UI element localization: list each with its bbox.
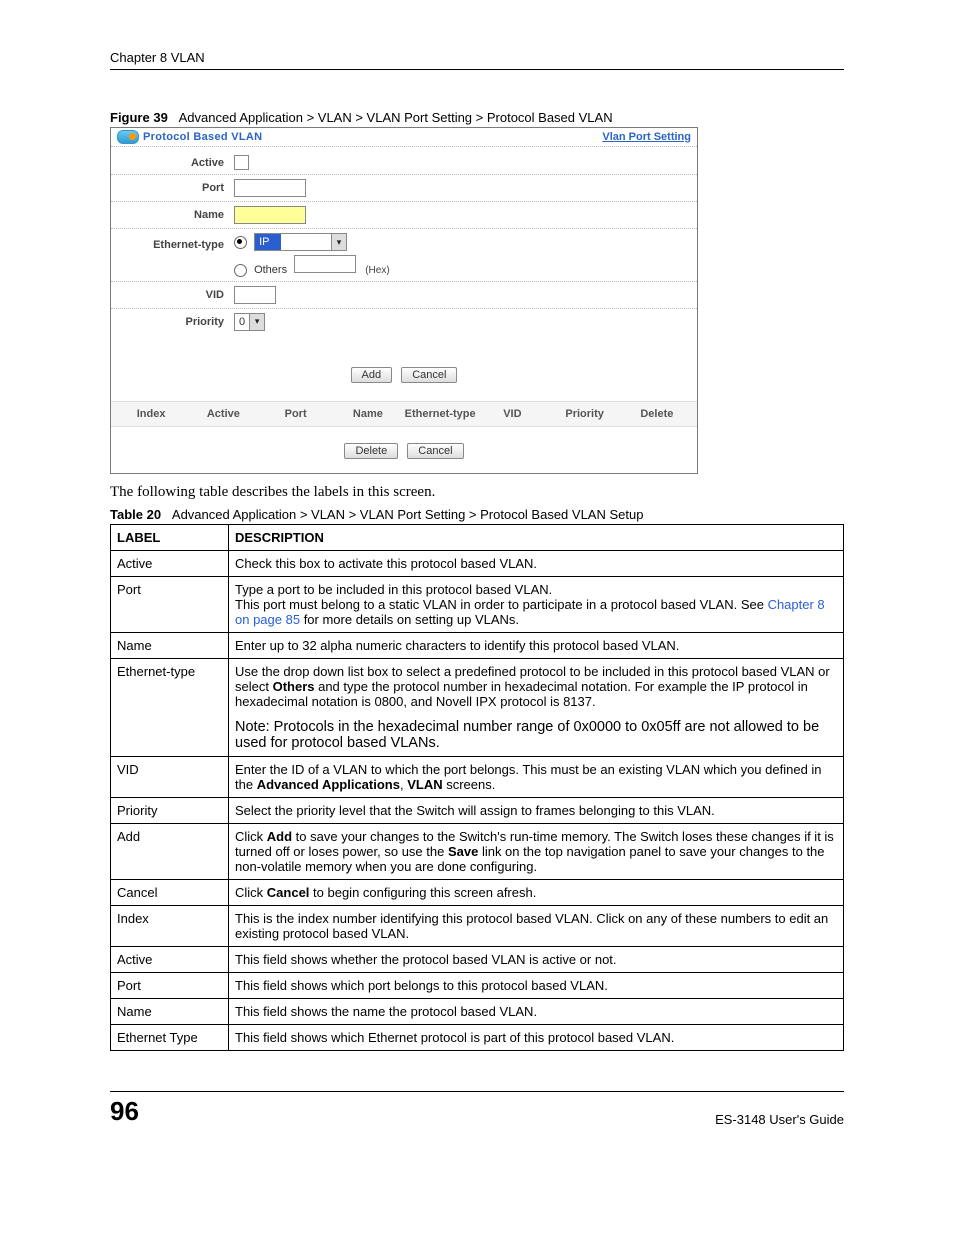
screenshot-title: Protocol Based VLAN <box>143 131 262 143</box>
ethernet-type-select[interactable]: IP ▾ <box>254 233 347 251</box>
table-row: Ethernet-typeUse the drop down list box … <box>111 658 844 756</box>
table-row: ActiveCheck this box to activate this pr… <box>111 550 844 576</box>
header-rule <box>110 69 844 70</box>
figure-label: Figure 39 <box>110 110 168 125</box>
screenshot-panel: Protocol Based VLAN Vlan Port Setting Ac… <box>110 127 698 474</box>
vid-input[interactable] <box>234 286 276 304</box>
cell-label: Active <box>111 946 229 972</box>
th-label: LABEL <box>111 524 229 550</box>
cancel-button-2[interactable]: Cancel <box>407 443 463 459</box>
button-row-delete: Delete Cancel <box>111 427 697 473</box>
chevron-down-icon: ▾ <box>249 314 264 330</box>
description-table: LABEL DESCRIPTION ActiveCheck this box t… <box>110 524 844 1051</box>
table-row: NameThis field shows the name the protoc… <box>111 998 844 1024</box>
cell-label: Ethernet Type <box>111 1024 229 1050</box>
radio-others[interactable] <box>234 264 247 277</box>
th-description: DESCRIPTION <box>229 524 844 550</box>
cell-description: This field shows the name the protocol b… <box>229 998 844 1024</box>
cell-description: This field shows which Ethernet protocol… <box>229 1024 844 1050</box>
radio-ip[interactable] <box>234 236 247 249</box>
chapter-header: Chapter 8 VLAN <box>110 50 844 65</box>
cell-label: Cancel <box>111 879 229 905</box>
label-priority: Priority <box>119 316 224 328</box>
cell-label: Priority <box>111 797 229 823</box>
cell-description: Check this box to activate this protocol… <box>229 550 844 576</box>
table-row: Ethernet TypeThis field shows which Ethe… <box>111 1024 844 1050</box>
table-row: CancelClick Cancel to begin configuring … <box>111 879 844 905</box>
col-port: Port <box>260 408 332 420</box>
col-active: Active <box>187 408 259 420</box>
col-delete: Delete <box>621 408 693 420</box>
grid-header: Index Active Port Name Ethernet-type VID… <box>111 401 697 427</box>
table-row: PrioritySelect the priority level that t… <box>111 797 844 823</box>
cell-label: Active <box>111 550 229 576</box>
label-others: Others <box>254 264 287 276</box>
col-priority: Priority <box>549 408 621 420</box>
body-text: The following table describes the labels… <box>110 484 844 501</box>
cell-description: Enter up to 32 alpha numeric characters … <box>229 632 844 658</box>
ethernet-type-value: IP <box>255 234 281 250</box>
label-active: Active <box>119 157 224 169</box>
cell-description: Use the drop down list box to select a p… <box>229 658 844 756</box>
cell-label: Index <box>111 905 229 946</box>
cell-label: Port <box>111 576 229 632</box>
name-input[interactable] <box>234 206 306 224</box>
delete-button[interactable]: Delete <box>344 443 398 459</box>
table-caption: Table 20 Advanced Application > VLAN > V… <box>110 507 844 522</box>
table-row: VIDEnter the ID of a VLAN to which the p… <box>111 756 844 797</box>
vlan-port-setting-link[interactable]: Vlan Port Setting <box>602 131 691 143</box>
title-pill-icon <box>117 130 139 144</box>
figure-caption-text: Advanced Application > VLAN > VLAN Port … <box>179 110 613 125</box>
table-caption-text: Advanced Application > VLAN > VLAN Port … <box>172 507 644 522</box>
priority-select[interactable]: 0 ▾ <box>234 313 265 331</box>
screenshot-titlebar: Protocol Based VLAN Vlan Port Setting <box>111 128 697 147</box>
port-input[interactable] <box>234 179 306 197</box>
cell-label: Port <box>111 972 229 998</box>
chevron-down-icon: ▾ <box>331 234 346 250</box>
col-name: Name <box>332 408 404 420</box>
table-row: PortType a port to be included in this p… <box>111 576 844 632</box>
page-footer: 96 ES-3148 User's Guide <box>110 1091 844 1127</box>
table-row: PortThis field shows which port belongs … <box>111 972 844 998</box>
active-checkbox[interactable] <box>234 155 249 170</box>
cell-description: This field shows which port belongs to t… <box>229 972 844 998</box>
col-index: Index <box>115 408 187 420</box>
cell-description: Type a port to be included in this proto… <box>229 576 844 632</box>
label-name: Name <box>119 209 224 221</box>
hex-label: (Hex) <box>365 265 389 276</box>
table-row: IndexThis is the index number identifyin… <box>111 905 844 946</box>
cancel-button[interactable]: Cancel <box>401 367 457 383</box>
cell-label: Ethernet-type <box>111 658 229 756</box>
table-row: AddClick Add to save your changes to the… <box>111 823 844 879</box>
cell-label: Add <box>111 823 229 879</box>
cell-description: Click Cancel to begin configuring this s… <box>229 879 844 905</box>
cell-description: Click Add to save your changes to the Sw… <box>229 823 844 879</box>
cell-description: This is the index number identifying thi… <box>229 905 844 946</box>
label-port: Port <box>119 182 224 194</box>
table-label: Table 20 <box>110 507 161 522</box>
priority-value: 0 <box>235 316 249 328</box>
page-number: 96 <box>110 1096 139 1127</box>
button-row-add: Add Cancel <box>111 343 697 401</box>
cell-label: Name <box>111 998 229 1024</box>
label-vid: VID <box>119 289 224 301</box>
others-hex-input[interactable] <box>294 255 356 273</box>
cell-label: VID <box>111 756 229 797</box>
col-ethernet-type: Ethernet-type <box>404 408 476 420</box>
figure-caption: Figure 39 Advanced Application > VLAN > … <box>110 110 844 125</box>
cell-description: This field shows whether the protocol ba… <box>229 946 844 972</box>
cell-description: Select the priority level that the Switc… <box>229 797 844 823</box>
cell-description: Enter the ID of a VLAN to which the port… <box>229 756 844 797</box>
table-row: NameEnter up to 32 alpha numeric charact… <box>111 632 844 658</box>
cell-label: Name <box>111 632 229 658</box>
label-ethernet-type: Ethernet-type <box>119 233 224 251</box>
guide-name: ES-3148 User's Guide <box>715 1112 844 1127</box>
add-button[interactable]: Add <box>351 367 393 383</box>
table-row: ActiveThis field shows whether the proto… <box>111 946 844 972</box>
col-vid: VID <box>476 408 548 420</box>
